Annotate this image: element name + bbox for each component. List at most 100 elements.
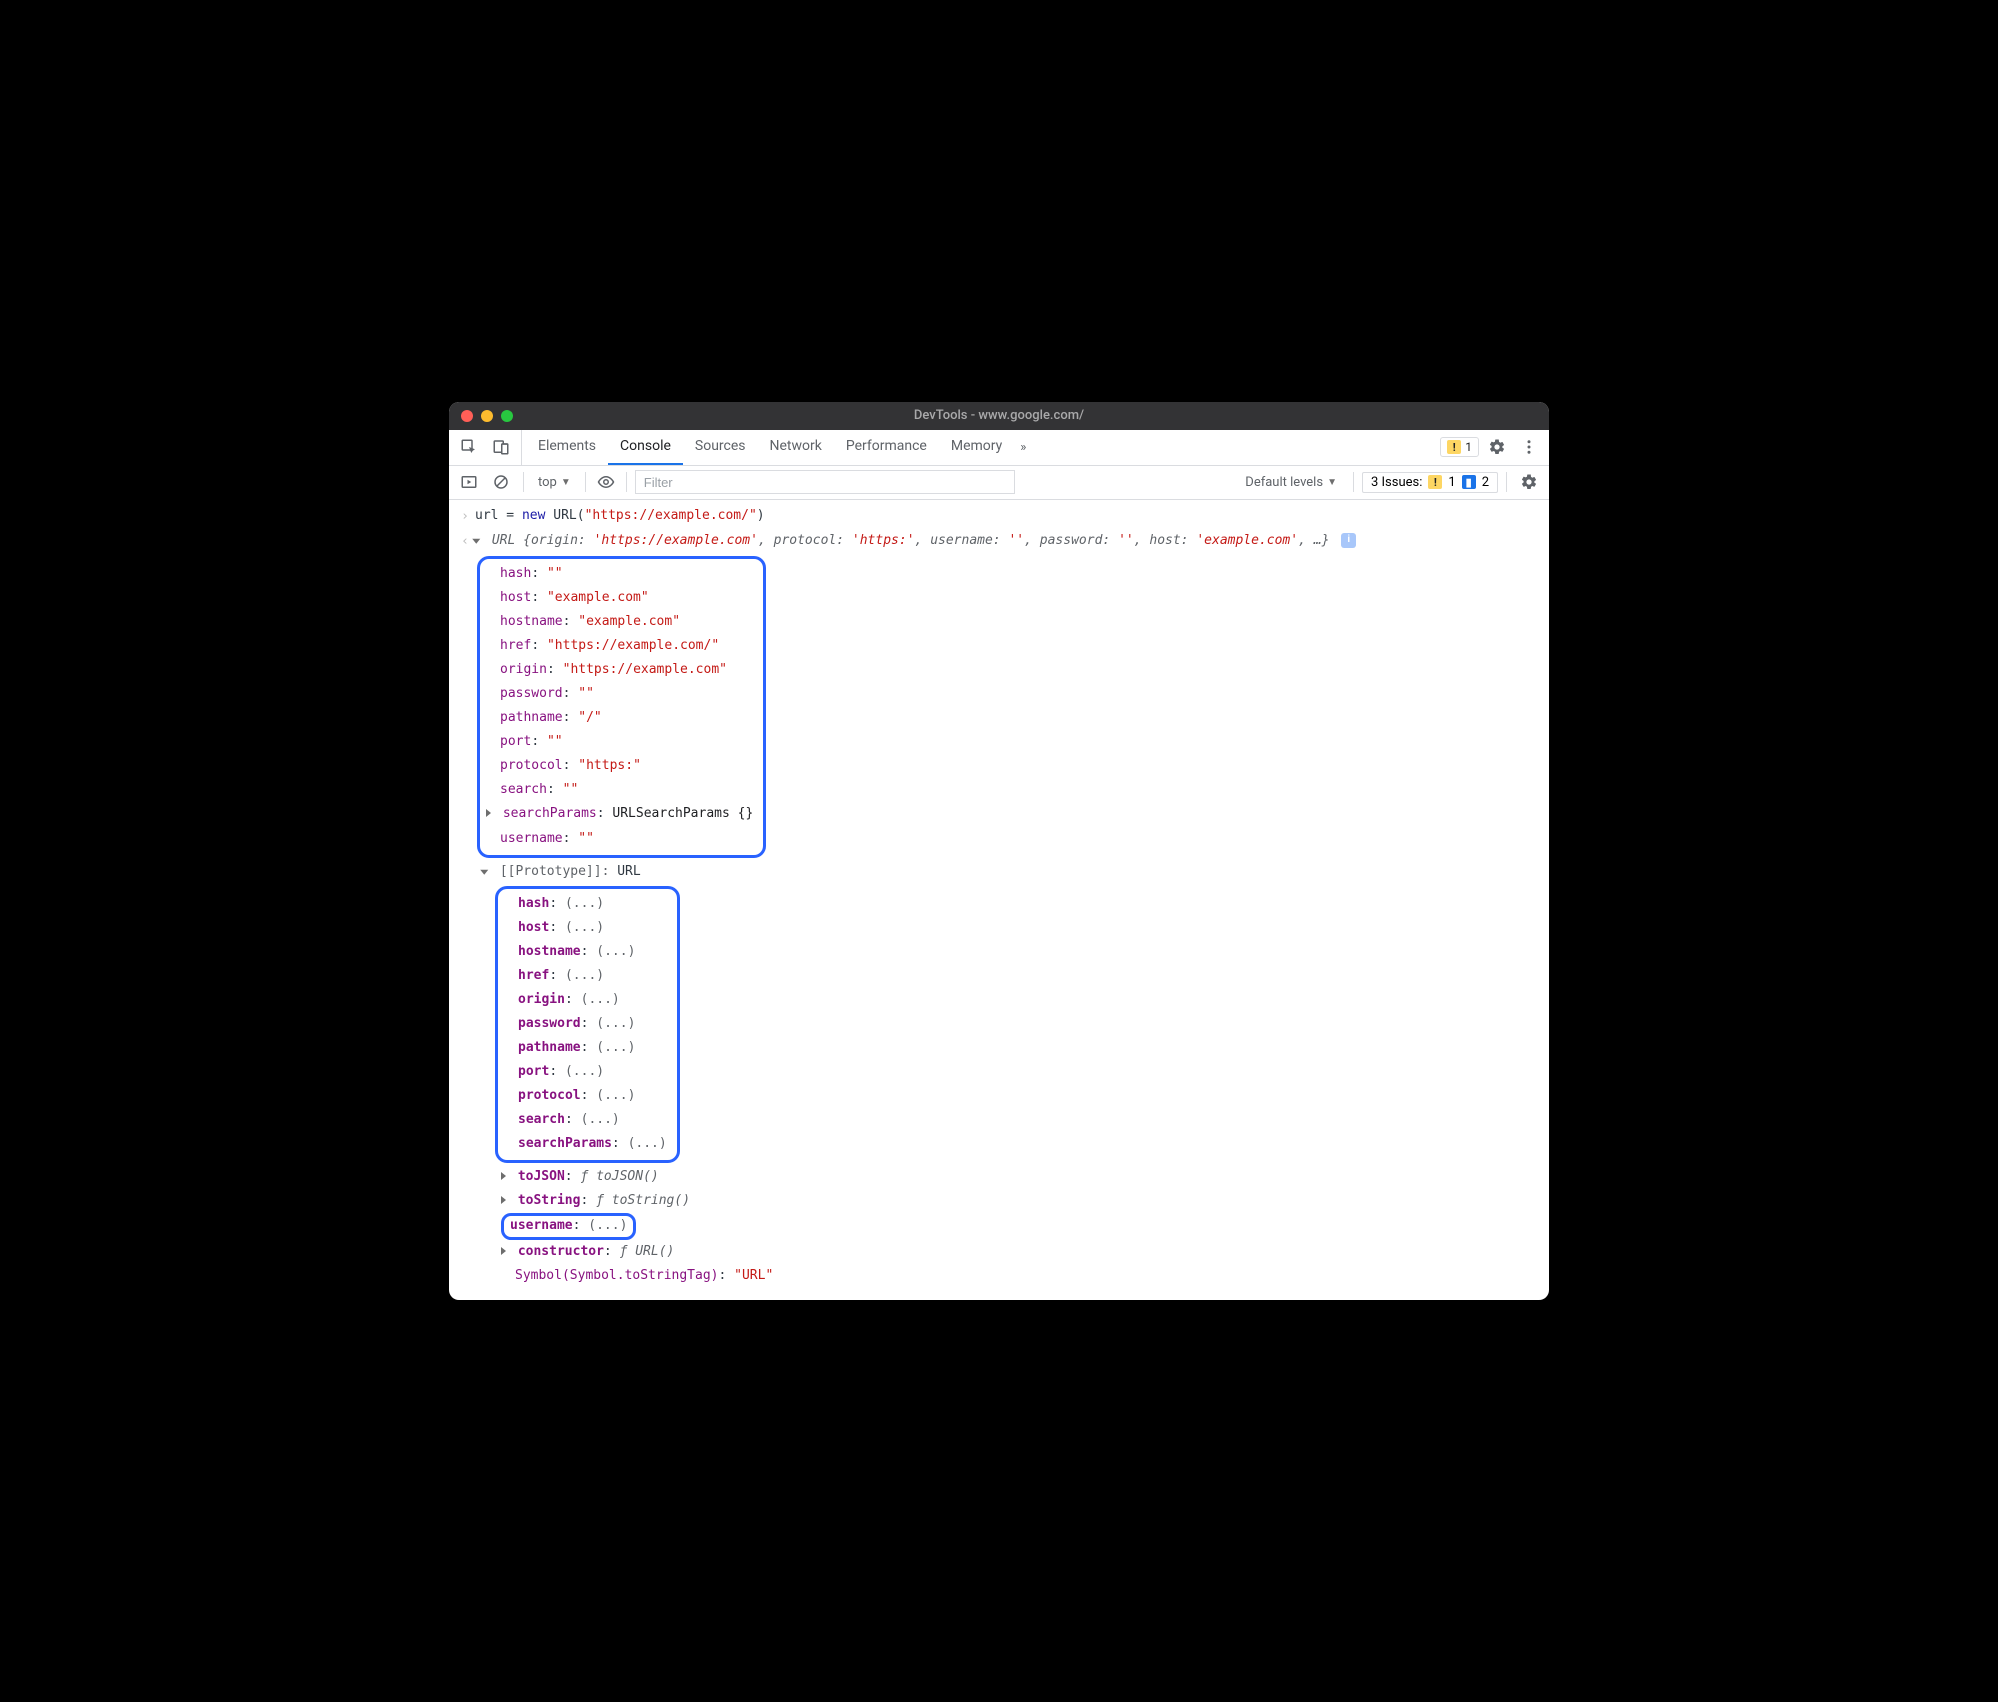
device-toolbar-icon[interactable] [487,433,515,461]
proto-prop-row[interactable]: origin: (...) [504,988,667,1012]
filter-input[interactable] [635,470,1015,494]
devtools-window: DevTools - www.google.com/ Elements Cons… [449,402,1549,1300]
prop-row[interactable]: hostname: "example.com" [486,610,753,634]
toolbar-separator [1353,472,1354,492]
disclosure-triangle-icon[interactable] [480,869,488,874]
prop-row[interactable]: origin: "https://example.com" [486,658,753,682]
proto-prop-row[interactable]: search: (...) [504,1108,667,1132]
toolbar-separator [626,472,627,492]
prop-row[interactable]: protocol: "https:" [486,754,753,778]
tab-console[interactable]: Console [608,430,683,465]
devtools-tabbar: Elements Console Sources Network Perform… [449,430,1549,466]
prop-key: searchParams [503,806,597,821]
prop-value: "" [563,782,579,797]
prop-row[interactable]: searchParams: URLSearchParams {} [486,802,753,826]
proto-method-row[interactable]: toString: ƒ toString() [449,1189,1549,1213]
prop-row[interactable]: search: "" [486,778,753,802]
console-settings-icon[interactable] [1515,468,1543,496]
live-expression-icon[interactable] [594,473,618,491]
proto-prop-row[interactable]: hash: (...) [504,892,667,916]
prop-value: (...) [596,1088,635,1103]
toggle-sidebar-icon[interactable] [455,468,483,496]
disclosure-triangle-icon[interactable] [501,1172,506,1180]
tab-performance[interactable]: Performance [834,430,939,465]
prop-row[interactable]: host: "example.com" [486,586,753,610]
proto-prop-row[interactable]: protocol: (...) [504,1084,667,1108]
proto-prop-row[interactable]: port: (...) [504,1060,667,1084]
prop-key: origin [500,662,547,677]
info-icon: ▮ [1462,475,1476,489]
tab-memory[interactable]: Memory [939,430,1014,465]
disclosure-triangle-icon[interactable] [501,1196,506,1204]
proto-prop-row[interactable]: host: (...) [504,916,667,940]
prop-row[interactable]: hash: "" [486,562,753,586]
info-badge-icon[interactable]: i [1341,533,1356,548]
prop-row[interactable]: port: "" [486,730,753,754]
prop-key: username [500,831,563,846]
code-token: new [522,508,545,523]
prop-value: URLSearchParams {} [612,806,753,821]
prop-key: search [500,782,547,797]
tab-network[interactable]: Network [758,430,834,465]
log-levels-select[interactable]: Default levels ▼ [1237,473,1345,492]
console-input-row[interactable]: › url = new URL("https://example.com/") [449,504,1549,529]
summary-value: '' [1008,533,1024,548]
prop-row[interactable]: pathname: "/" [486,706,753,730]
proto-username-row[interactable]: username: (...) [449,1213,1549,1240]
chevron-down-icon: ▼ [1327,477,1337,488]
toolbar-separator [585,472,586,492]
prop-key: port [500,734,531,749]
prop-value: "https://example.com" [563,662,727,677]
prop-value: "" [547,566,563,581]
issues-label: 3 Issues: [1371,475,1422,490]
proto-prop-row[interactable]: pathname: (...) [504,1036,667,1060]
tab-elements[interactable]: Elements [526,430,608,465]
proto-prop-row[interactable]: password: (...) [504,1012,667,1036]
symbol-row[interactable]: Symbol(Symbol.toStringTag): "URL" [449,1264,1549,1288]
settings-icon[interactable] [1483,433,1511,461]
proto-prop-row[interactable]: href: (...) [504,964,667,988]
summary-key: username: [930,533,1008,548]
more-tabs-button[interactable]: » [1014,430,1032,465]
prop-key: password [500,686,563,701]
console-result-row[interactable]: ‹ URL {origin: 'https://example.com', pr… [449,529,1549,554]
close-button[interactable] [461,410,473,422]
kebab-menu-icon[interactable] [1515,433,1543,461]
summary-key: password: [1040,533,1118,548]
toolbar-separator [1506,472,1507,492]
disclosure-triangle-icon[interactable] [486,809,491,817]
issues-button[interactable]: 3 Issues: ! 1 ▮ 2 [1362,472,1498,493]
prop-key: username [510,1218,573,1233]
clear-console-icon[interactable] [487,468,515,496]
maximize-button[interactable] [501,410,513,422]
prop-value: "" [547,734,563,749]
minimize-button[interactable] [481,410,493,422]
prop-row[interactable]: href: "https://example.com/" [486,634,753,658]
disclosure-triangle-icon[interactable] [501,1247,506,1255]
prop-row[interactable]: username: "" [486,827,753,851]
function-glyph: ƒ [596,1193,604,1208]
summary-value: 'https:' [852,533,915,548]
prop-key: hostname [518,944,581,959]
summary-value: 'https://example.com' [594,533,758,548]
tab-sources[interactable]: Sources [683,430,758,465]
prop-key: protocol [518,1088,581,1103]
inspect-element-icon[interactable] [455,433,483,461]
issues-warn-count: 1 [1448,475,1455,490]
prop-key: password [518,1016,581,1031]
warning-icon: ! [1428,475,1442,489]
context-selector[interactable]: top ▼ [532,475,577,490]
proto-constructor-row[interactable]: constructor: ƒ URL() [449,1240,1549,1264]
proto-prop-row[interactable]: searchParams: (...) [504,1132,667,1156]
prop-row[interactable]: password: "" [486,682,753,706]
code-token: URL( [545,508,584,523]
proto-method-row[interactable]: toJSON: ƒ toJSON() [449,1165,1549,1189]
prototype-row[interactable]: [[Prototype]]: URL [449,860,1549,884]
prop-key: host [518,920,549,935]
proto-prop-row[interactable]: hostname: (...) [504,940,667,964]
disclosure-triangle-icon[interactable] [472,539,480,544]
prop-value: (...) [596,1016,635,1031]
top-warning-badge[interactable]: ! 1 [1440,437,1479,457]
code-token: ) [757,508,765,523]
prop-value: "example.com" [547,590,649,605]
